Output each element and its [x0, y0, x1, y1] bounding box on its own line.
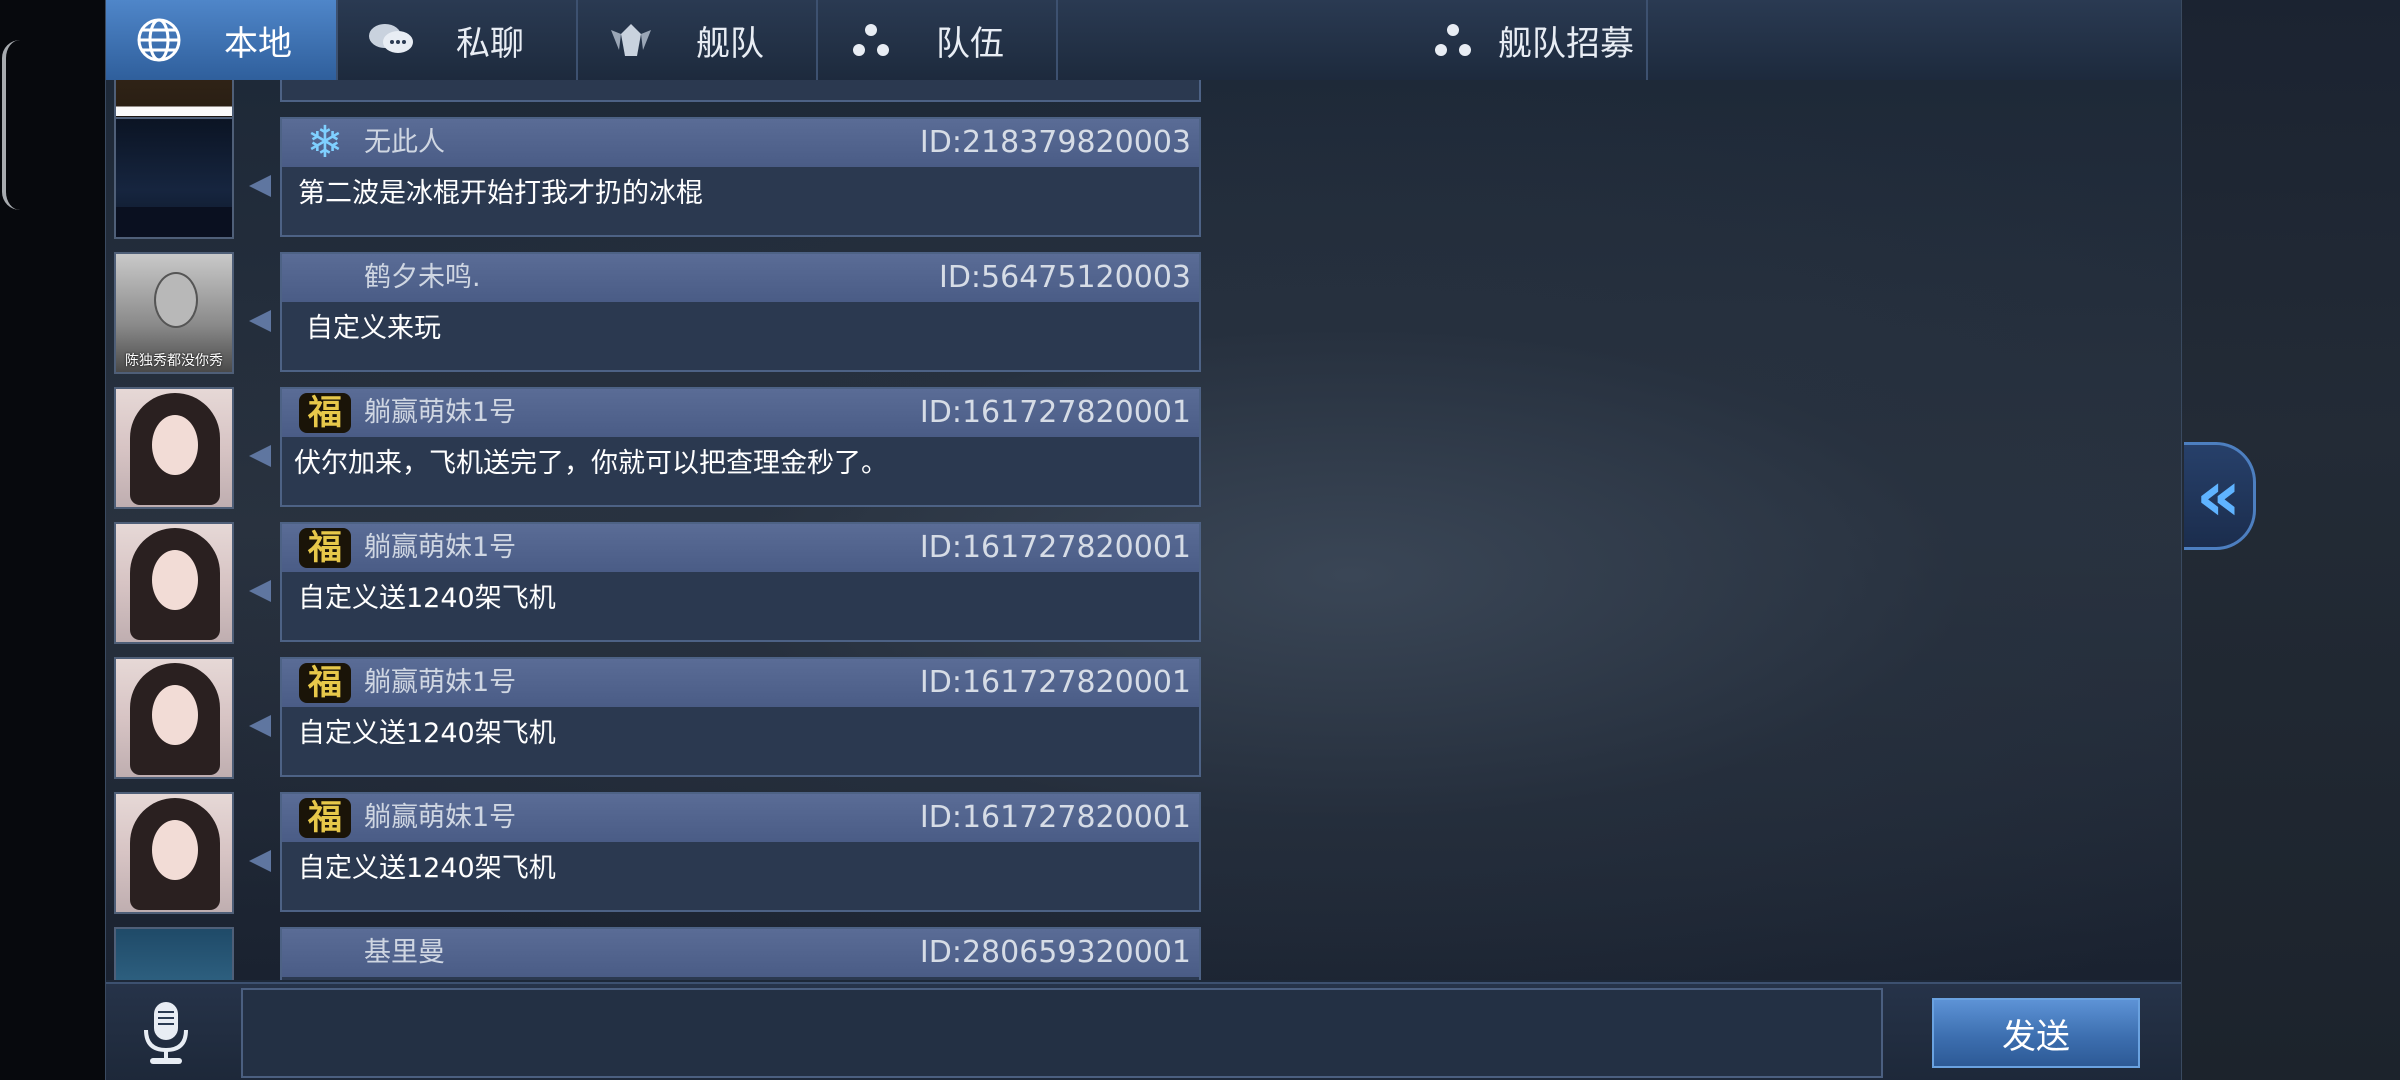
sender-id: ID:161727820001 — [919, 800, 1191, 835]
tab-fleet[interactable]: 舰队 — [578, 0, 818, 80]
sender-id: ID:161727820001 — [919, 395, 1191, 430]
avatar[interactable]: 陈独秀都没你秀 — [114, 252, 234, 374]
tab-team-label: 队伍 — [936, 23, 1004, 64]
chat-message: 福 躺赢萌妹1号 ID:161727820001 自定义送1240架飞机 — [106, 657, 1206, 785]
bubble-pointer — [249, 445, 271, 467]
tab-local[interactable]: 本地 — [106, 0, 338, 80]
message-header: 福 躺赢萌妹1号 ID:161727820001 — [282, 524, 1199, 572]
tab-private-chat[interactable]: 私聊 — [338, 0, 578, 80]
chat-message: 基里曼 ID:280659320001 — [106, 927, 1206, 980]
message-header: 基里曼 ID:280659320001 — [282, 929, 1199, 977]
tab-fleet-recruit[interactable]: 舰队招募 — [1058, 0, 1648, 80]
chat-input-bar: 发送 — [106, 982, 2181, 1080]
chat-tab-bar: 本地 私聊 舰队 队伍 舰队招募 — [106, 0, 2181, 82]
message-header: 福 躺赢萌妹1号 ID:161727820001 — [282, 389, 1199, 437]
fortune-badge-icon: 福 — [294, 663, 356, 703]
message-bubble: 福 躺赢萌妹1号 ID:161727820001 自定义送1240架飞机 — [280, 792, 1201, 912]
send-button[interactable]: 发送 — [1932, 998, 2140, 1068]
sender-id: ID:161727820001 — [919, 530, 1191, 565]
message-header: 鹤夕未鸣. ID:56475120003 — [282, 254, 1199, 302]
avatar-caption: 陈独秀都没你秀 — [125, 353, 223, 369]
message-header: 福 躺赢萌妹1号 ID:161727820001 — [282, 659, 1199, 707]
tab-fleet-label: 舰队 — [696, 23, 764, 64]
avatar[interactable] — [114, 117, 234, 239]
sender-id: ID:56475120003 — [938, 260, 1191, 295]
sender-name[interactable]: 躺赢萌妹1号 — [364, 389, 516, 437]
chat-message: 福 躺赢萌妹1号 ID:161727820001 自定义送1240架飞机 — [106, 792, 1206, 920]
sender-name[interactable]: 鹤夕未鸣. — [364, 254, 481, 302]
sender-name[interactable]: 躺赢萌妹1号 — [364, 794, 516, 842]
bubble-pointer — [249, 850, 271, 872]
game-screen: 本地 私聊 舰队 队伍 舰队招募 ❄ 无此人 ID:218379820003 第… — [0, 0, 2400, 1080]
chat-message: 福 躺赢萌妹1号 ID:161727820001 自定义送1240架飞机 — [106, 522, 1206, 650]
bubble-pointer — [249, 175, 271, 197]
message-text: 自定义送1240架飞机 — [298, 853, 556, 884]
message-text: 伏尔加来，飞机送完了，你就可以把查理金秒了。 — [294, 448, 888, 479]
message-bubble: 鹤夕未鸣. ID:56475120003 自定义来玩 — [280, 252, 1201, 372]
chat-message: 陈独秀都没你秀 鹤夕未鸣. ID:56475120003 自定义来玩 — [106, 252, 1206, 380]
bubble-pointer — [249, 310, 271, 332]
message-bubble: ❄ 无此人 ID:218379820003 第二波是冰棍开始打我才扔的冰棍 — [280, 117, 1201, 237]
team-dots-icon — [846, 15, 896, 65]
screen-edge-bracket — [2, 40, 20, 210]
chat-message-list[interactable]: ❄ 无此人 ID:218379820003 第二波是冰棍开始打我才扔的冰棍 陈独… — [106, 80, 2181, 980]
tab-fleet-recruit-label: 舰队招募 — [1498, 23, 1634, 64]
tab-local-label: 本地 — [224, 23, 292, 64]
message-bubble: 基里曼 ID:280659320001 — [280, 927, 1201, 980]
fortune-badge-icon: 福 — [294, 798, 356, 838]
sender-name[interactable]: 躺赢萌妹1号 — [364, 524, 516, 572]
avatar[interactable] — [114, 657, 234, 779]
message-bubble — [280, 80, 1201, 102]
avatar[interactable] — [114, 387, 234, 509]
message-header: 福 躺赢萌妹1号 ID:161727820001 — [282, 794, 1199, 842]
avatar[interactable] — [114, 792, 234, 914]
message-bubble: 福 躺赢萌妹1号 ID:161727820001 自定义送1240架飞机 — [280, 522, 1201, 642]
bubble-pointer — [249, 580, 271, 602]
message-bubble: 福 躺赢萌妹1号 ID:161727820001 伏尔加来，飞机送完了，你就可以… — [280, 387, 1201, 507]
avatar[interactable] — [114, 522, 234, 644]
message-text: 自定义送1240架飞机 — [298, 718, 556, 749]
chat-message: ❄ 无此人 ID:218379820003 第二波是冰棍开始打我才扔的冰棍 — [106, 117, 1206, 245]
chat-message: 福 躺赢萌妹1号 ID:161727820001 伏尔加来，飞机送完了，你就可以… — [106, 387, 1206, 515]
globe-icon — [134, 15, 184, 65]
chat-panel: 本地 私聊 舰队 队伍 舰队招募 ❄ 无此人 ID:218379820003 第… — [105, 0, 2182, 1080]
sender-name[interactable]: 无此人 — [364, 119, 445, 167]
message-text: 第二波是冰棍开始打我才扔的冰棍 — [298, 178, 703, 209]
collapse-chat-button[interactable]: « — [2184, 442, 2256, 550]
bubble-pointer — [249, 715, 271, 737]
fortune-badge-icon: 福 — [294, 528, 356, 568]
sender-name[interactable]: 基里曼 — [364, 929, 445, 977]
message-bubble: 福 躺赢萌妹1号 ID:161727820001 自定义送1240架飞机 — [280, 657, 1201, 777]
avatar[interactable] — [114, 927, 234, 980]
team-dots-icon — [1428, 15, 1478, 65]
tab-private-chat-label: 私聊 — [456, 23, 524, 64]
sender-name[interactable]: 躺赢萌妹1号 — [364, 659, 516, 707]
message-header: ❄ 无此人 ID:218379820003 — [282, 119, 1199, 167]
microphone-icon[interactable] — [136, 1000, 196, 1066]
message-text: 自定义送1240架飞机 — [298, 583, 556, 614]
sender-id: ID:218379820003 — [919, 125, 1191, 160]
fleet-emblem-icon — [606, 15, 656, 65]
fortune-badge-icon: 福 — [294, 393, 356, 433]
chat-message-input[interactable] — [241, 988, 1883, 1078]
tab-team[interactable]: 队伍 — [818, 0, 1058, 80]
snowflake-icon: ❄ — [306, 117, 344, 168]
message-text: 自定义来玩 — [306, 313, 441, 344]
chat-bubbles-icon — [366, 15, 416, 65]
sender-id: ID:280659320001 — [919, 935, 1191, 970]
sender-id: ID:161727820001 — [919, 665, 1191, 700]
double-chevron-left-icon: « — [2195, 455, 2242, 537]
